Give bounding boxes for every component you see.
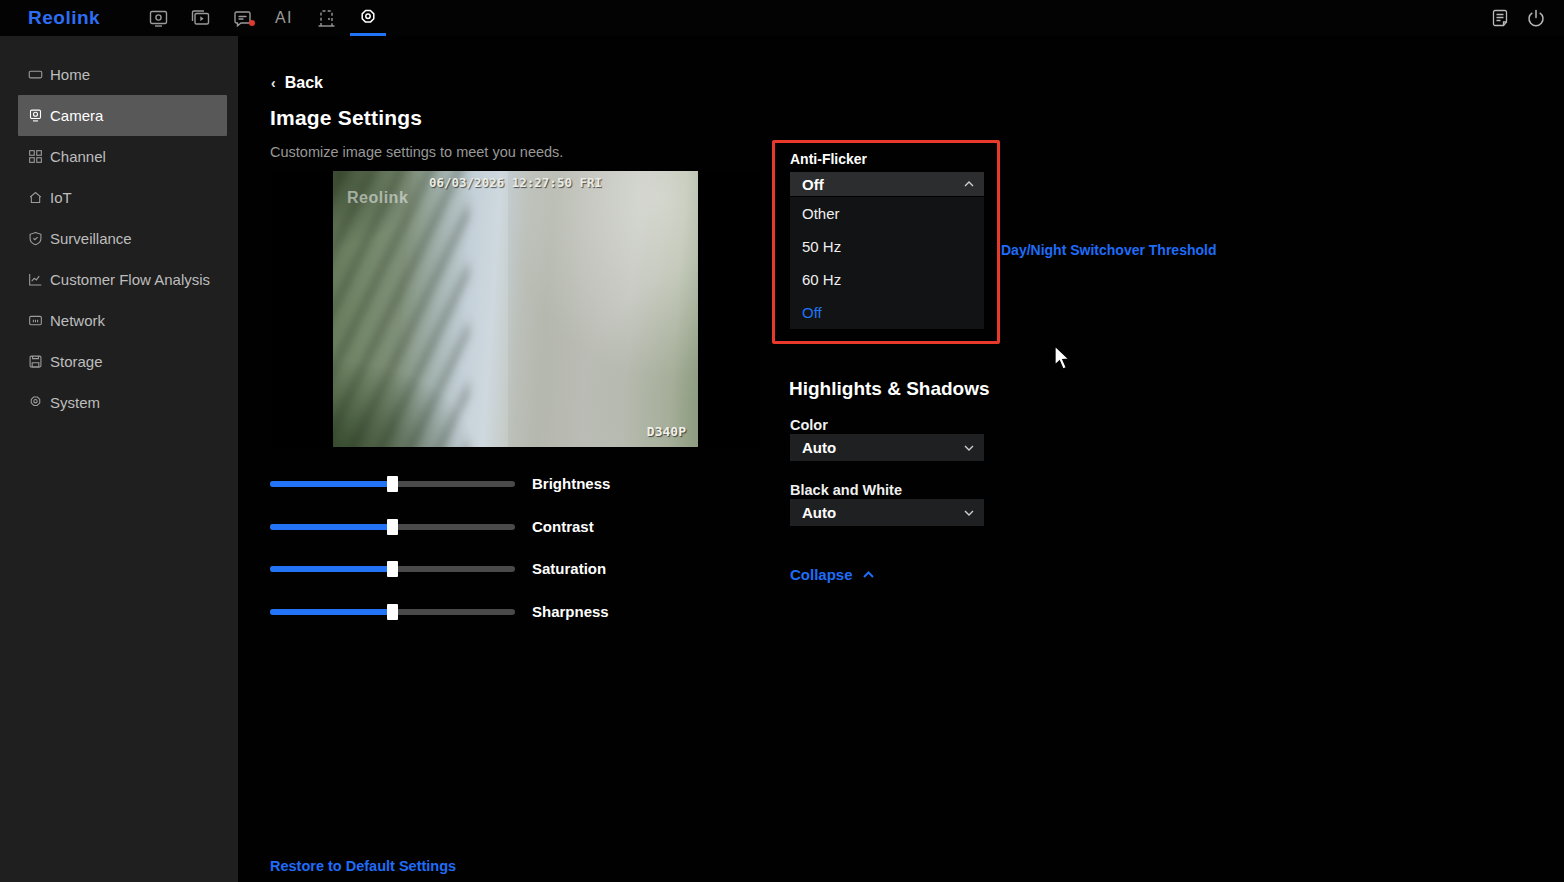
slider-contrast[interactable] [270,519,515,535]
door-icon[interactable] [305,0,347,36]
sidebar-item-storage[interactable]: Storage [0,341,238,382]
sidebar-item-customer-flow-analysis[interactable]: Customer Flow Analysis [0,259,238,300]
video-timestamp: 06/03/2026 12:27:50 FRI [429,175,602,190]
sidebar-item-system[interactable]: System [0,382,238,423]
black-and-white-label: Black and White [790,482,902,498]
chevron-up-icon [863,571,874,578]
iot-icon [27,190,43,206]
anti-flicker-menu: Other50 Hz60 HzOff [790,197,984,329]
sidebar-item-camera[interactable]: Camera [18,95,227,136]
slider-label: Saturation [532,561,606,577]
black-and-white-select[interactable]: Auto [790,499,984,526]
anti-flicker-option-other[interactable]: Other [790,197,984,230]
sidebar-item-channel[interactable]: Channel [0,136,238,177]
chevron-up-icon [964,181,974,187]
restore-defaults-link[interactable]: Restore to Default Settings [270,858,456,874]
ai-icon[interactable]: AI [263,0,305,36]
power-icon[interactable] [1518,0,1554,36]
highlights-shadows-title: Highlights & Shadows [789,378,990,400]
color-select[interactable]: Auto [790,434,984,461]
home-icon [27,67,43,83]
playback-icon[interactable] [179,0,221,36]
slider-handle[interactable] [387,604,398,620]
chevron-down-icon [964,445,974,451]
channel-icon [27,149,43,165]
slider-label: Sharpness [532,604,609,620]
top-nav: AI [137,0,389,36]
surveillance-icon [27,231,43,247]
slider-sharpness[interactable] [270,604,515,620]
sidebar-item-iot[interactable]: IoT [0,177,238,218]
collapse-link[interactable]: Collapse [790,566,874,583]
settings-icon[interactable] [347,0,389,36]
video-model-label: D340P [647,424,686,439]
top-bar: Reolink AI [0,0,1564,36]
messages-icon[interactable] [221,0,263,36]
sidebar-item-network[interactable]: Network [0,300,238,341]
chevron-down-icon [964,510,974,516]
reolink-logo: Reolink [28,7,100,29]
slider-brightness[interactable] [270,476,515,492]
mouse-cursor [1053,345,1075,371]
slider-label: Contrast [532,519,594,535]
page-title: Image Settings [270,106,422,130]
video-watermark: Reolink [347,189,408,207]
back-button[interactable]: ‹ Back [271,74,323,92]
camera-video: Reolink 06/03/2026 12:27:50 FRI D340P [333,171,698,447]
top-right-icons [1482,0,1554,36]
camera-icon [27,108,43,124]
color-label: Color [790,417,828,433]
slider-handle[interactable] [387,561,398,577]
log-icon[interactable] [1482,0,1518,36]
system-icon [27,395,43,411]
anti-flicker-option-60-hz[interactable]: 60 Hz [790,263,984,296]
network-icon [27,313,43,329]
slider-handle[interactable] [387,476,398,492]
back-chevron-icon: ‹ [271,75,276,91]
slider-saturation[interactable] [270,561,515,577]
slider-handle[interactable] [387,519,398,535]
sidebar-item-surveillance[interactable]: Surveillance [0,218,238,259]
flow-icon [27,272,43,288]
camera-preview: Reolink 06/03/2026 12:27:50 FRI D340P [272,170,759,448]
slider-label: Brightness [532,476,610,492]
anti-flicker-option-50-hz[interactable]: 50 Hz [790,230,984,263]
display-icon[interactable] [137,0,179,36]
anti-flicker-select[interactable]: Off [790,172,984,196]
sidebar-item-home[interactable]: Home [0,54,238,95]
main-content: ‹ Back Image Settings Customize image se… [238,36,1564,882]
page-subtitle: Customize image settings to meet you nee… [270,144,563,160]
day-night-threshold-link[interactable]: Day/Night Switchover Threshold [1001,242,1216,258]
sidebar: HomeCameraChannelIoTSurveillanceCustomer… [0,36,238,882]
storage-icon [27,354,43,370]
notification-badge [249,20,255,26]
anti-flicker-label: Anti-Flicker [790,151,867,167]
anti-flicker-option-off[interactable]: Off [790,296,984,329]
